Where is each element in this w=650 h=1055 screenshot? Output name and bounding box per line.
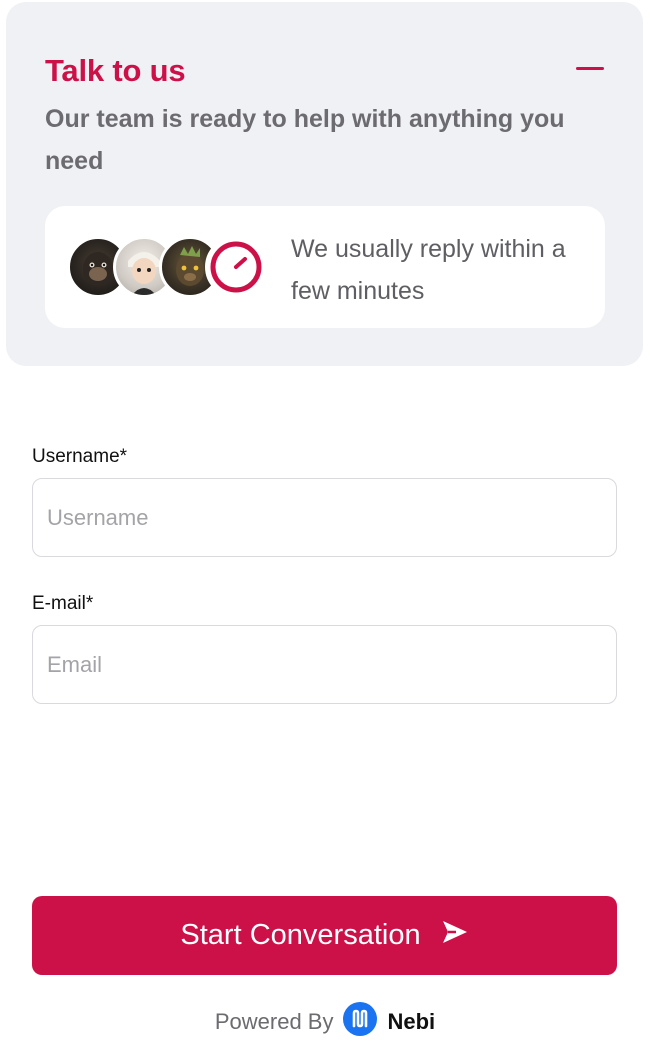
chat-header-card: Talk to us Our team is ready to help wit… (6, 2, 643, 366)
nebi-brand-link[interactable]: Nebi (343, 1002, 435, 1042)
username-input[interactable] (32, 478, 617, 557)
header-title: Talk to us (45, 53, 186, 88)
start-conversation-button[interactable]: Start Conversation (32, 896, 617, 975)
powered-by-text: Powered By (214, 1009, 334, 1034)
reply-time-card: We usually reply within a few minutes (45, 206, 605, 328)
header-subtitle: Our team is ready to help with anything … (45, 105, 565, 175)
clock-icon (205, 236, 267, 298)
start-conversation-label: Start Conversation (180, 919, 421, 951)
username-label: Username* (32, 446, 128, 467)
email-input[interactable] (32, 625, 617, 704)
minus-icon (576, 66, 604, 70)
powered-by-footer: Powered By Nebi (0, 1002, 650, 1042)
email-label: E-mail* (32, 593, 94, 614)
nebi-brand-name: Nebi (387, 1009, 436, 1034)
reply-time-text: We usually reply within a few minutes (291, 235, 566, 305)
send-icon (441, 919, 469, 953)
nebi-logo-icon (343, 1002, 378, 1042)
minimize-button[interactable] (574, 52, 606, 84)
